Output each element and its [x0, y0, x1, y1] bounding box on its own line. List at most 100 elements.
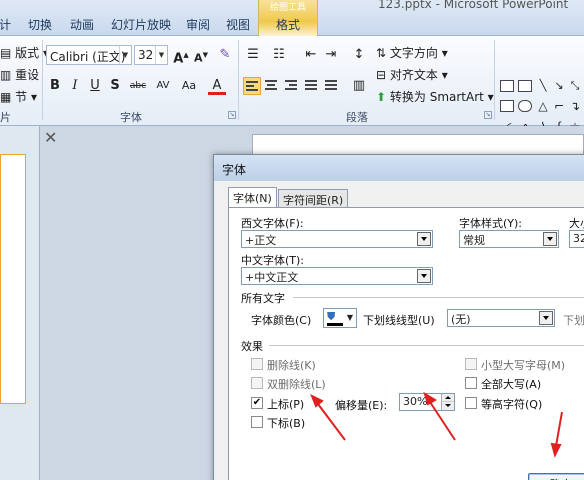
text-direction-button[interactable]: ⇅ 文字方向 ▾: [376, 44, 448, 61]
decrease-indent-button[interactable]: ⇤: [302, 46, 320, 64]
tab-transitions[interactable]: 切换: [28, 16, 52, 33]
double-strikethrough-checkbox[interactable]: [251, 377, 263, 389]
ribbon-tab-bar: 计 切换 动画 幻灯片放映 审阅 视图 绘图工具 格式 123.pptx - M…: [0, 0, 584, 36]
western-font-select[interactable]: +正文: [241, 230, 433, 248]
font-name-combo[interactable]: Calibri (正文) ▼: [46, 45, 132, 65]
align-left-button[interactable]: [243, 77, 261, 95]
chevron-down-icon: [539, 311, 553, 325]
italic-button[interactable]: I: [66, 77, 84, 95]
font-size-combo[interactable]: 32 ▼: [134, 45, 168, 65]
layout-label: 版式: [15, 46, 40, 60]
distributed-icon: [325, 80, 339, 92]
tab-char-spacing[interactable]: 字符间距(R): [278, 189, 349, 207]
ribbon: ▤ 版式 ▾ ▥ 重设 ▦ 节 ▾ 片 Calibri (正文) ▼ 32 ▼ …: [0, 36, 584, 134]
textbox-vertical-shape-icon[interactable]: [518, 80, 532, 92]
chinese-font-select[interactable]: +中文正文: [241, 267, 433, 285]
group-divider: [42, 40, 43, 120]
font-style-select[interactable]: 常规: [459, 230, 559, 248]
clear-format-button[interactable]: ✎: [216, 46, 234, 64]
underline-color-label: 下划线: [563, 314, 584, 327]
context-group-label: 绘图工具: [269, 3, 306, 13]
dialog-title: 字体: [222, 163, 247, 177]
ok-button[interactable]: 确定: [528, 473, 584, 480]
small-caps-checkbox[interactable]: [465, 358, 477, 370]
tab-font[interactable]: 字体(N): [228, 187, 277, 208]
font-color-picker[interactable]: ⛊ ▼: [323, 308, 357, 328]
chevron-down-icon: [543, 232, 557, 246]
offset-spinner[interactable]: 30%: [399, 393, 455, 411]
offset-label: 偏移量(E):: [335, 399, 388, 412]
dialog-titlebar[interactable]: 字体: [214, 155, 584, 181]
western-font-value: +正文: [245, 234, 277, 247]
tab-review[interactable]: 审阅: [186, 16, 210, 33]
strikethrough-checkbox[interactable]: [251, 358, 263, 370]
all-caps-label: 全部大写(A): [481, 378, 542, 391]
slide-thumbnail[interactable]: [0, 154, 26, 404]
equalize-height-label: 等高字符(Q): [481, 398, 543, 411]
numbering-button[interactable]: ☷: [270, 46, 288, 64]
tab-view[interactable]: 视图: [226, 16, 250, 33]
bullets-button[interactable]: ☰: [244, 46, 262, 64]
paragraph-group-label: 段落: [346, 111, 368, 124]
shadow-button[interactable]: S: [106, 77, 124, 95]
dialog-body: 字体(N) 字符间距(R) 西文字体(F): +正文 字体样式(Y): 常规 大…: [214, 181, 584, 480]
tab-slideshow[interactable]: 幻灯片放映: [111, 16, 171, 33]
font-name-value: Calibri (正文): [50, 50, 126, 64]
increase-indent-button[interactable]: ⇥: [322, 46, 340, 64]
close-pane-icon[interactable]: ✕: [44, 128, 57, 147]
chevron-down-icon: [417, 232, 431, 246]
justify-icon: [305, 80, 319, 92]
small-caps-label: 小型大写字母(M): [481, 359, 566, 372]
rectangle-shape-icon[interactable]: [500, 100, 514, 112]
align-left-icon: [246, 81, 260, 93]
tab-format[interactable]: 绘图工具 格式: [258, 0, 318, 36]
reset-button[interactable]: ▥ 重设: [0, 66, 39, 83]
change-case-button[interactable]: Aa: [178, 77, 200, 95]
section-button[interactable]: ▦ 节 ▾: [0, 88, 37, 105]
underline-type-select[interactable]: (无): [447, 309, 555, 327]
char-spacing-button[interactable]: AV: [152, 77, 174, 95]
grow-font-button[interactable]: A▲: [172, 46, 190, 66]
curve-connector-shape-icon[interactable]: ↴: [566, 97, 584, 115]
spin-up-icon[interactable]: [441, 394, 454, 402]
section-divider: [269, 345, 584, 346]
font-color-button[interactable]: A: [208, 77, 226, 95]
rounded-rect-shape-icon[interactable]: [518, 100, 532, 112]
justify-button[interactable]: [303, 77, 321, 95]
size-select[interactable]: 32: [569, 230, 584, 248]
text-direction-label: 文字方向: [389, 46, 438, 60]
align-text-button[interactable]: ⊟ 对齐文本 ▾: [376, 66, 448, 83]
align-right-icon: [285, 80, 299, 92]
all-caps-checkbox[interactable]: [465, 377, 477, 389]
chevron-down-icon: [417, 269, 431, 283]
textbox-shape-icon[interactable]: [500, 80, 514, 92]
font-dialog: 字体 字体(N) 字符间距(R) 西文字体(F): +正文 字体样式(Y): 常…: [213, 154, 584, 480]
align-text-label: 对齐文本: [389, 68, 438, 82]
strikethrough-button[interactable]: abc: [126, 77, 150, 95]
superscript-checkbox[interactable]: ✔: [251, 397, 263, 409]
equalize-height-checkbox[interactable]: [465, 397, 477, 409]
underline-button[interactable]: U: [86, 77, 104, 95]
line-spacing-button[interactable]: ↕: [350, 46, 368, 64]
shrink-font-button[interactable]: A▼: [192, 46, 210, 65]
align-center-button[interactable]: [263, 77, 281, 95]
bold-button[interactable]: B: [46, 77, 64, 95]
paragraph-dialog-launcher-icon[interactable]: ↘: [484, 111, 492, 119]
double-arrow-shape-icon[interactable]: ⤡: [566, 77, 584, 95]
columns-button[interactable]: ▥: [350, 77, 368, 95]
align-right-button[interactable]: [283, 77, 301, 95]
chevron-down-icon: ▼: [119, 46, 131, 64]
subscript-checkbox[interactable]: [251, 416, 263, 428]
strikethrough-label: 删除线(K): [267, 359, 316, 372]
smartart-button[interactable]: ⬆ 转换为 SmartArt ▾: [376, 88, 494, 105]
font-tab-panel: 西文字体(F): +正文 字体样式(Y): 常规 大小 32 中文字体(T): …: [228, 207, 584, 480]
smartart-icon: ⬆: [376, 90, 387, 104]
tab-animations[interactable]: 动画: [70, 16, 94, 33]
font-dialog-launcher-icon[interactable]: ↘: [228, 111, 236, 119]
distributed-button[interactable]: [323, 77, 341, 95]
font-style-value: 常规: [463, 234, 485, 247]
align-center-icon: [265, 80, 279, 92]
font-group-label: 字体: [120, 111, 142, 124]
spin-down-icon[interactable]: [441, 402, 454, 410]
tab-design-partial[interactable]: 计: [0, 16, 11, 33]
